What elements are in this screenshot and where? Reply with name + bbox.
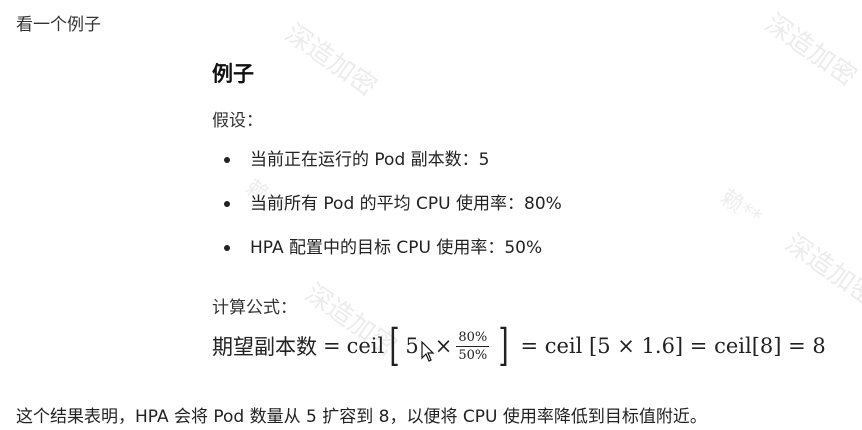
section-heading: 例子: [212, 62, 254, 86]
formula-ceil: ceil: [346, 334, 385, 358]
assumption-label: 假设：: [212, 111, 263, 131]
formula-replicas: 5: [405, 334, 419, 358]
assumption-list: 当前正在运行的 Pod 副本数：5 当前所有 Pod 的平均 CPU 使用率：8…: [212, 147, 832, 279]
formula-times: ×: [434, 334, 453, 358]
left-bracket: [: [389, 320, 400, 371]
fraction-denominator: 50%: [458, 347, 488, 363]
right-bracket: ]: [498, 320, 510, 371]
list-item: 当前所有 Pod 的平均 CPU 使用率：80%: [212, 191, 832, 235]
fraction-numerator: 80%: [456, 329, 490, 347]
conclusion-text: 这个结果表明，HPA 会将 Pod 数量从 5 扩容到 8，以便将 CPU 使用…: [16, 407, 707, 427]
intro-text: 看一个例子: [16, 15, 101, 35]
formula-label: 计算公式：: [212, 298, 297, 318]
list-item: HPA 配置中的目标 CPU 使用率：50%: [212, 235, 832, 279]
formula-lhs: 期望副本数: [212, 335, 317, 359]
formula-fraction: 80% 50%: [456, 329, 490, 363]
formula-result: = ceil [5 × 1.6] = ceil[8] = 8: [520, 334, 826, 358]
formula: 期望副本数 = ceil [ 5 × 80% 50% ] = ceil [5 ×…: [212, 322, 832, 370]
formula-equals: =: [323, 334, 341, 358]
mouse-cursor-icon: [421, 341, 435, 362]
example-section: 例子 假设： 当前正在运行的 Pod 副本数：5 当前所有 Pod 的平均 CP…: [212, 58, 832, 370]
list-item: 当前正在运行的 Pod 副本数：5: [212, 147, 832, 191]
